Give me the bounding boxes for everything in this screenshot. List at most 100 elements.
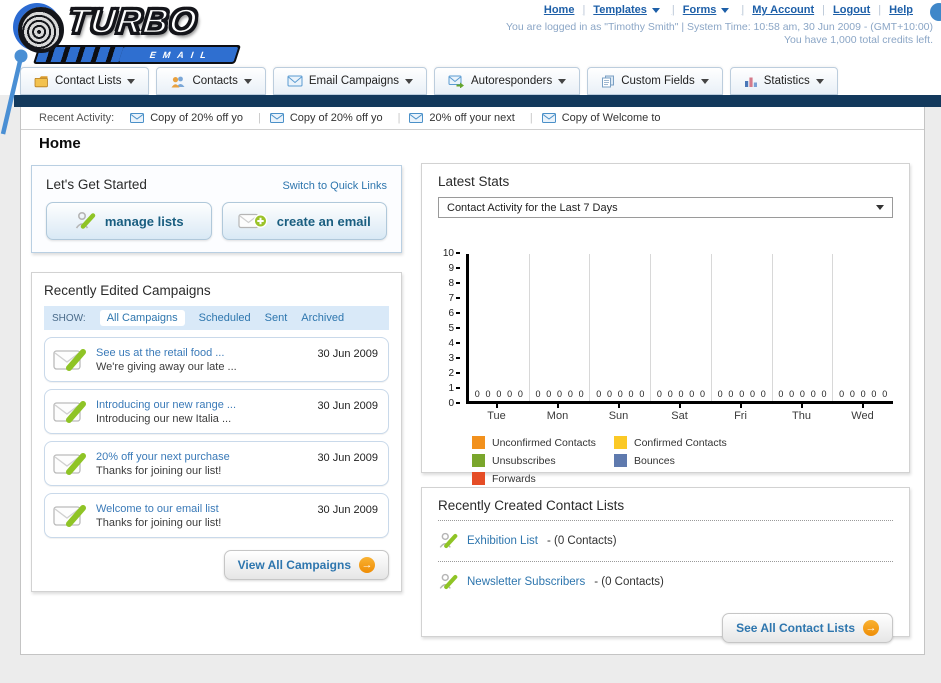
tab-custom-fields-label: Custom Fields: [621, 75, 695, 87]
credits-text: You have 1,000 total credits left.: [783, 34, 933, 46]
chart-day-label: Sun: [588, 404, 649, 422]
create-email-button[interactable]: create an email: [221, 202, 387, 240]
campaign-title-link[interactable]: Introducing our new range ...: [96, 399, 317, 411]
recent-activity-item[interactable]: Copy of 20% off yo: [130, 112, 270, 124]
recent-activity-text: 20% off your next: [429, 112, 515, 124]
create-email-icon: [238, 213, 268, 229]
contact-list-edit-icon: [439, 532, 458, 549]
tab-contacts[interactable]: Contacts: [156, 67, 266, 95]
nav-my-account-link[interactable]: My Account: [752, 4, 833, 16]
chart-value-label: 0: [882, 389, 888, 399]
chart-value-label: 0: [760, 389, 766, 399]
campaign-title-link[interactable]: See us at the retail food ...: [96, 347, 317, 359]
contact-list-row[interactable]: Newsletter Subscribers - (0 Contacts): [438, 569, 893, 595]
filter-archived[interactable]: Archived: [301, 312, 344, 324]
nav-help-label: Help: [889, 4, 913, 16]
campaign-envelope-edit-icon: [53, 504, 86, 527]
nav-help-link[interactable]: Help: [889, 4, 913, 16]
chart-legend: Unconfirmed Contacts Confirmed Contacts Un…: [472, 436, 893, 485]
legend-item: Forwards: [472, 472, 614, 485]
latest-stats-panel: Latest Stats Contact Activity for the La…: [421, 163, 910, 485]
campaign-date: 30 Jun 2009: [317, 452, 378, 464]
campaign-row[interactable]: See us at the retail food ... We're givi…: [44, 337, 389, 382]
help-bubble-icon[interactable]: [930, 3, 941, 21]
envelope-icon: [130, 113, 145, 123]
filter-sent[interactable]: Sent: [265, 312, 288, 324]
see-all-contact-lists-label: See All Contact Lists: [736, 621, 855, 635]
campaign-row[interactable]: Introducing our new range ... Introducin…: [44, 389, 389, 434]
recent-activity-text: Copy of Welcome to: [561, 112, 661, 124]
chart-day-group: 00000: [710, 254, 772, 401]
chart-value-label: 0: [810, 389, 816, 399]
chart-value-label: 0: [606, 389, 612, 399]
custom-fields-icon: [602, 75, 615, 87]
nav-forms-label: Forms: [682, 4, 717, 16]
legend-item: Unsubscribes: [472, 454, 614, 467]
chart-value-label: 0: [728, 389, 734, 399]
stats-period-select[interactable]: Contact Activity for the Last 7 Days: [438, 197, 893, 218]
see-all-contact-lists-button[interactable]: See All Contact Lists: [722, 613, 893, 643]
campaign-row[interactable]: 20% off your next purchase Thanks for jo…: [44, 441, 389, 486]
recent-activity-item[interactable]: 20% off your next: [409, 112, 541, 124]
create-email-label: create an email: [276, 213, 371, 229]
filter-scheduled[interactable]: Scheduled: [199, 312, 251, 324]
legend-swatch: [472, 454, 485, 467]
nav-forms-link[interactable]: Forms: [683, 4, 752, 16]
chevron-down-icon: [243, 79, 252, 84]
chart-day-group: 00000: [589, 254, 650, 401]
recent-activity-item[interactable]: Copy of Welcome to: [541, 112, 661, 124]
chart-day-group: 00000: [528, 254, 590, 401]
campaign-subtitle: We're giving away our late ...: [96, 360, 237, 373]
recent-activity-item[interactable]: Copy of 20% off yo: [269, 112, 410, 124]
chart-plot: 00000000000000000000000000000000000: [466, 254, 893, 404]
chevron-down-icon: [127, 79, 136, 84]
logo-email-text: EMAIL: [118, 47, 239, 62]
contact-activity-chart: 10 9 8 7 6 5 4 3 2 1 0 000000000000000000000000000…: [438, 248, 893, 409]
stats-period-value: Contact Activity for the Last 7 Days: [447, 201, 618, 214]
chart-y-tick: 10: [438, 248, 460, 259]
contact-list-link[interactable]: Exhibition List: [467, 535, 538, 547]
chart-value-label: 0: [799, 389, 805, 399]
chevron-down-icon: [876, 205, 884, 210]
tab-statistics[interactable]: Statistics: [729, 67, 838, 95]
legend-swatch: [614, 454, 627, 467]
chart-value-label: 0: [474, 389, 480, 399]
campaign-filter-bar: SHOW: All Campaigns Scheduled Sent Archi…: [44, 306, 389, 330]
chart-value-label: 0: [778, 389, 784, 399]
nav-logout-link[interactable]: Logout: [833, 4, 889, 16]
contact-list-row[interactable]: Exhibition List - (0 Contacts): [438, 528, 893, 554]
page-header: EMAIL TURBO Home Templates Forms My Acco…: [0, 0, 941, 95]
manage-lists-button[interactable]: manage lists: [46, 202, 212, 240]
view-all-campaigns-button[interactable]: View All Campaigns: [223, 550, 389, 580]
chart-y-tick: 2: [438, 368, 460, 379]
logo-bar: EMAIL: [32, 45, 242, 64]
tab-custom-fields[interactable]: Custom Fields: [587, 67, 723, 95]
campaign-title-link[interactable]: 20% off your next purchase: [96, 451, 317, 463]
contact-list-link[interactable]: Newsletter Subscribers: [467, 576, 585, 588]
switch-quick-links[interactable]: Switch to Quick Links: [282, 180, 387, 192]
chart-value-label: 0: [749, 389, 755, 399]
campaigns-title: Recently Edited Campaigns: [44, 283, 211, 298]
main-tab-bar: Contact Lists Contacts Email Campaigns A…: [20, 67, 838, 95]
campaign-envelope-edit-icon: [53, 348, 86, 371]
dotted-separator: [438, 561, 893, 562]
nav-templates-link[interactable]: Templates: [593, 4, 682, 16]
chart-value-label: 0: [485, 389, 491, 399]
recently-edited-campaigns-panel: Recently Edited Campaigns SHOW: All Camp…: [31, 272, 402, 592]
nav-home-link[interactable]: Home: [544, 4, 593, 16]
campaign-title-link[interactable]: Welcome to our email list: [96, 503, 317, 515]
chart-day-group: 00000: [771, 254, 833, 401]
legend-label: Forwards: [492, 472, 536, 485]
campaign-row[interactable]: Welcome to our email list Thanks for joi…: [44, 493, 389, 538]
recent-activity-text: Copy of 20% off yo: [289, 112, 383, 124]
turbo-email-logo[interactable]: EMAIL TURBO: [8, 1, 248, 66]
blue-pin-decoration: [0, 49, 28, 135]
tab-contact-lists-label: Contact Lists: [55, 75, 122, 87]
recent-activity-text: Copy of 20% off yo: [150, 112, 243, 124]
tab-email-campaigns[interactable]: Email Campaigns: [272, 67, 427, 95]
tab-contact-lists[interactable]: Contact Lists: [20, 67, 150, 95]
contacts-icon: [171, 76, 185, 87]
filter-all-campaigns[interactable]: All Campaigns: [99, 310, 185, 326]
chart-value-label: 0: [871, 389, 877, 399]
tab-autoresponders[interactable]: Autoresponders: [434, 67, 581, 95]
